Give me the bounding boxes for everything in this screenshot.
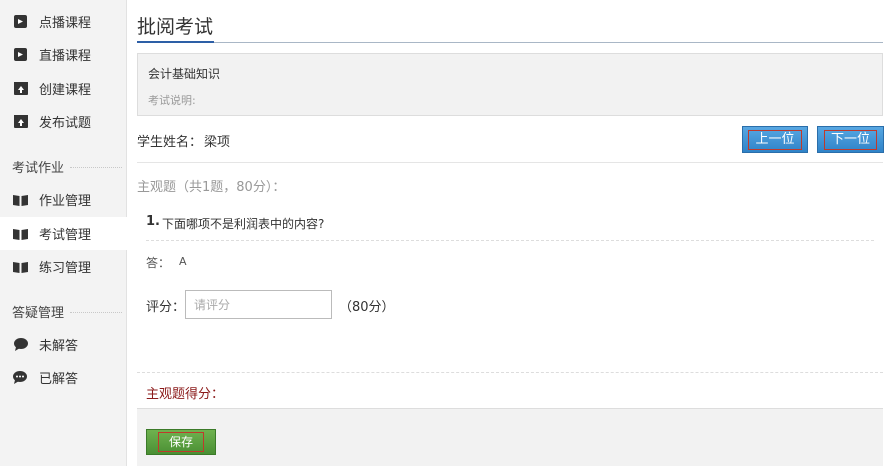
sidebar-item-live-courses[interactable]: 直播课程 [0,38,127,71]
title-underline-accent [137,41,214,43]
divider [137,162,883,163]
sidebar-group-qa: 答疑管理 [12,301,122,321]
sidebar-item-vod-courses[interactable]: 点播课程 [0,5,127,38]
sidebar-item-unanswered[interactable]: 未解答 [0,328,127,361]
sidebar-item-publish-questions[interactable]: 发布试题 [0,105,127,138]
section-title: 主观题（共1题，80分）： [137,180,286,195]
student-name: 梁项 [204,135,231,150]
sidebar: 点播课程 直播课程 创建课程 发布试题 考试作业 作业管理 考试管理 练习管理 … [0,0,128,466]
sidebar-group-exam: 考试作业 [12,156,122,176]
save-button-label: 保存 [157,432,204,452]
video-camera-icon [13,47,28,62]
exam-info-panel: 会计基础知识 考试说明: [137,53,883,116]
title-underline [137,42,883,43]
student-name-label: 学生姓名： [137,135,203,150]
upload-box-icon [13,114,28,129]
answer-label: 答： [146,256,171,270]
score-max: （80分） [339,300,395,315]
sidebar-item-label: 直播课程 [39,49,92,64]
sidebar-item-label: 发布试题 [39,116,92,131]
upload-box-icon [13,81,28,96]
sidebar-item-label: 已解答 [39,372,79,387]
page-title: 批阅考试 [137,16,214,38]
open-book-icon [13,192,28,207]
sidebar-item-label: 点播课程 [39,16,92,31]
action-bar: 保存 [137,408,883,466]
next-student-label: 下一位 [823,129,877,150]
sidebar-group-label: 答疑管理 [12,305,65,321]
main-content: 批阅考试 会计基础知识 考试说明: 学生姓名： 梁项 上一位 下一位 主观题（共… [127,0,887,466]
open-book-icon [13,259,28,274]
divider [70,311,122,313]
video-camera-icon [13,14,28,29]
question-number: 1. [146,214,160,229]
score-input[interactable] [185,290,332,319]
sidebar-group-label: 考试作业 [12,160,65,176]
speech-bubbles-icon [13,370,28,385]
next-student-button[interactable]: 下一位 [817,126,884,153]
answer-value: A [179,255,187,268]
save-button[interactable]: 保存 [146,429,216,455]
sidebar-item-label: 作业管理 [39,194,92,209]
sidebar-item-label: 创建课程 [39,83,92,98]
divider [146,240,874,241]
sidebar-item-practice[interactable]: 练习管理 [0,250,127,283]
speech-bubble-icon [13,337,28,352]
sidebar-item-label: 未解答 [39,339,79,354]
sidebar-item-exam-management[interactable]: 考试管理 [0,217,128,250]
divider [137,372,883,373]
sidebar-item-answered[interactable]: 已解答 [0,361,127,394]
subjective-score-label: 主观题得分： [146,387,225,402]
open-book-icon [13,226,28,241]
exam-name: 会计基础知识 [148,67,221,81]
exam-description-label: 考试说明: [148,94,196,107]
sidebar-item-homework[interactable]: 作业管理 [0,183,127,216]
sidebar-item-label: 考试管理 [39,228,92,243]
previous-student-label: 上一位 [748,129,802,150]
score-label: 评分： [146,300,186,315]
divider [70,166,122,168]
previous-student-button[interactable]: 上一位 [742,126,808,153]
sidebar-item-create-course[interactable]: 创建课程 [0,72,127,105]
sidebar-item-label: 练习管理 [39,261,92,276]
question-text: 下面哪项不是利润表中的内容? [162,217,325,231]
